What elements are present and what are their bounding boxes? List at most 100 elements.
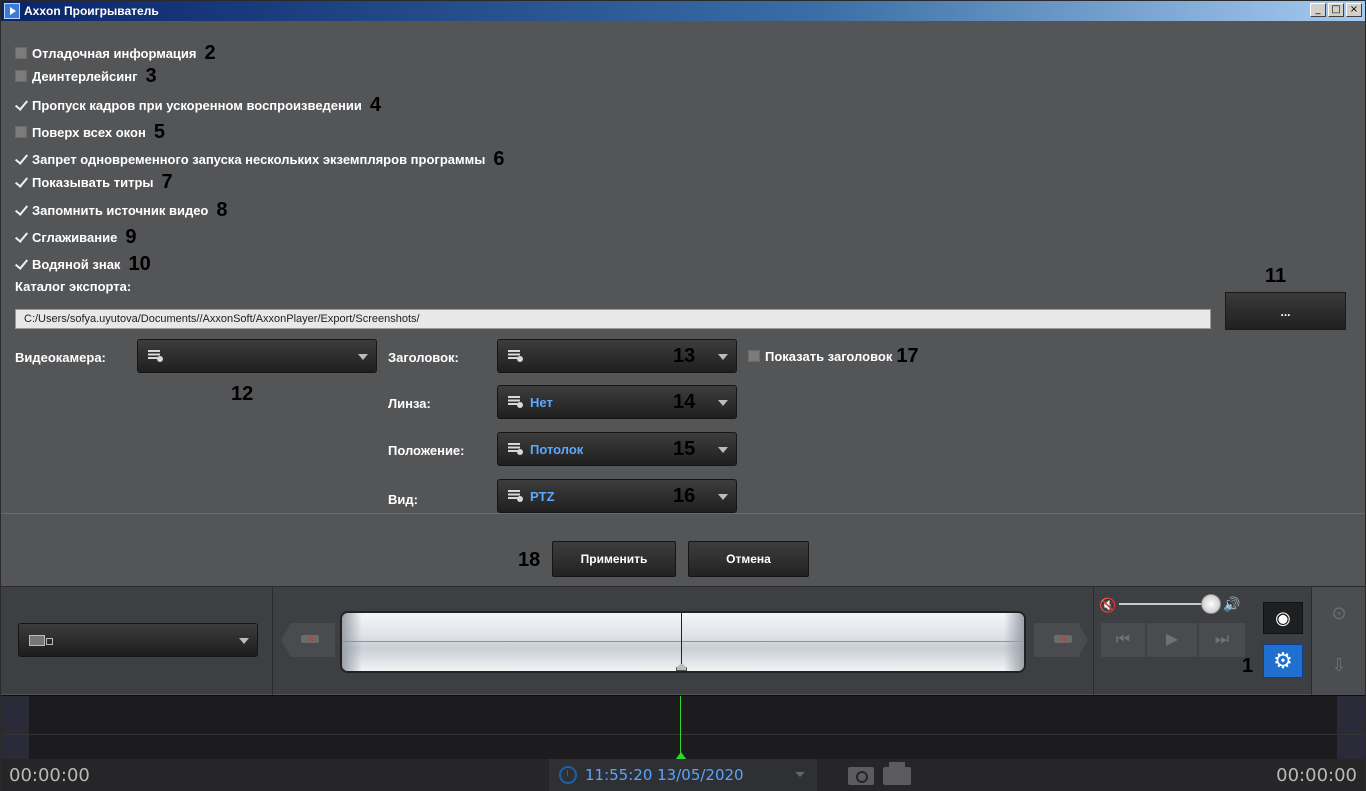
eye-icon[interactable]: ◉	[1263, 602, 1303, 634]
export-dir-label: Каталог экспорта:	[15, 279, 132, 294]
chevron-down-icon	[795, 772, 805, 777]
divider	[1, 513, 1365, 514]
checkbox[interactable]	[15, 70, 27, 82]
callout-number: 18	[518, 549, 541, 571]
callout-number: 14	[673, 391, 696, 413]
title-bar: Axxon Проигрыватель _ □ ×	[1, 1, 1365, 21]
chevron-down-icon	[239, 638, 249, 644]
single-instance-option[interactable]: Запрет одновременного запуска нескольких…	[15, 148, 504, 170]
chevron-down-icon	[718, 494, 728, 500]
checkbox[interactable]	[15, 258, 27, 270]
apply-button[interactable]: Применить	[552, 541, 676, 577]
list-settings-icon	[508, 349, 524, 363]
view-label: Вид:	[388, 492, 418, 507]
view-select[interactable]: PTZ 16	[497, 479, 737, 513]
checkbox[interactable]	[15, 204, 27, 216]
camera-select[interactable]	[137, 339, 377, 373]
snapshot-icon[interactable]	[848, 767, 874, 785]
watermark-option[interactable]: Водяной знак 10	[15, 253, 151, 275]
app-icon	[4, 3, 20, 19]
deinterlacing-option[interactable]: Деинтерлейсинг 3	[15, 65, 157, 87]
show-captions-option[interactable]: Показывать титры 7	[15, 171, 173, 193]
always-on-top-option[interactable]: Поверх всех окон 5	[15, 121, 165, 143]
scale-left-edge	[1, 696, 29, 760]
camera-icon	[29, 635, 53, 646]
checkbox[interactable]	[15, 176, 27, 188]
side-controls: ⊙ ⇩	[1311, 587, 1365, 695]
play-button[interactable]: ▶	[1147, 623, 1197, 657]
volume-knob[interactable]	[1201, 594, 1221, 614]
export-path-field[interactable]: C:/Users/sofya.uyutova/Documents//AxxonS…	[15, 309, 1211, 329]
maximize-button[interactable]: □	[1328, 3, 1344, 17]
header-select[interactable]: 13	[497, 339, 737, 373]
checkbox[interactable]	[15, 231, 27, 243]
browse-button[interactable]: ...	[1225, 292, 1346, 330]
printer-icon[interactable]	[883, 762, 911, 785]
option-label: Отладочная информация	[32, 45, 197, 61]
checkbox[interactable]	[15, 47, 27, 59]
axxon-player-window: Axxon Проигрыватель _ □ × Отладочная инф…	[0, 0, 1366, 791]
timeline-handle[interactable]	[676, 663, 687, 671]
callout-number: 2	[204, 41, 216, 64]
callout-number: 6	[493, 147, 505, 170]
time-scale[interactable]	[1, 695, 1365, 760]
checkbox[interactable]	[15, 153, 27, 165]
player-controls: 🔇 🔊 ⏮ ▶ ⏭ ◉ 1 ⚙ ⊙ ⇩	[1, 586, 1365, 695]
prev-camera-button[interactable]	[281, 623, 335, 657]
camera-source-select[interactable]	[18, 623, 258, 657]
smoothing-option[interactable]: Сглаживание 9	[15, 226, 136, 248]
list-settings-icon	[508, 395, 524, 409]
datetime-picker[interactable]: 11:55:20 13/05/2020	[549, 759, 817, 791]
callout-number: 16	[673, 485, 696, 507]
frame-skip-option[interactable]: Пропуск кадров при ускоренном воспроизве…	[15, 94, 381, 116]
callout-number: 13	[673, 345, 696, 367]
skip-forward-button[interactable]: ⏭	[1199, 623, 1245, 657]
callout-number: 5	[153, 120, 165, 143]
checkbox[interactable]	[15, 99, 27, 111]
callout-number: 4	[369, 93, 381, 116]
remember-source-option[interactable]: Запомнить источник видео 8	[15, 199, 228, 221]
option-label: Водяной знак	[32, 256, 121, 272]
time-start: 00:00:00	[9, 765, 90, 786]
window-controls: _ □ ×	[1310, 3, 1362, 17]
timeline-cursor	[681, 613, 682, 671]
list-settings-icon	[148, 349, 164, 363]
camera-label: Видеокамера:	[15, 350, 106, 365]
option-label: Поверх всех окон	[32, 124, 146, 140]
cancel-button[interactable]: Отмена	[688, 541, 809, 577]
show-header-option[interactable]: Показать заголовок 17	[748, 345, 919, 367]
datetime-value: 11:55:20 13/05/2020	[585, 766, 744, 784]
checkbox[interactable]	[15, 126, 27, 138]
gear-icon[interactable]: ⚙	[1263, 644, 1303, 678]
chevron-down-icon	[718, 400, 728, 406]
scale-line	[1, 734, 1365, 735]
callout-number: 3	[145, 64, 157, 87]
scale-right-edge	[1337, 696, 1365, 760]
option-label: Запрет одновременного запуска нескольких…	[32, 151, 486, 167]
close-button[interactable]: ×	[1346, 3, 1362, 17]
callout-number: 1	[1242, 655, 1254, 677]
skip-back-button[interactable]: ⏮	[1101, 623, 1145, 657]
mute-icon[interactable]: 🔇	[1099, 597, 1116, 614]
minimize-button[interactable]: _	[1310, 3, 1326, 17]
callout-number: 9	[125, 225, 137, 248]
window-title: Axxon Проигрыватель	[24, 4, 159, 18]
volume-track[interactable]	[1119, 603, 1209, 605]
header-label: Заголовок:	[388, 350, 459, 365]
lens-select[interactable]: Нет 14	[497, 385, 737, 419]
play-circle-icon[interactable]: ⊙	[1327, 601, 1351, 625]
debug-info-option[interactable]: Отладочная информация 2	[15, 42, 216, 64]
list-settings-icon	[508, 489, 524, 503]
settings-panel: Отладочная информация 2 Деинтерлейсинг 3…	[1, 21, 1365, 533]
option-label: Показывать титры	[32, 174, 154, 190]
timeline-slider[interactable]	[340, 611, 1026, 673]
checkbox[interactable]	[748, 350, 760, 362]
callout-number: 12	[231, 383, 254, 405]
position-select[interactable]: Потолок 15	[497, 432, 737, 466]
position-label: Положение:	[388, 443, 465, 458]
speaker-icon[interactable]: 🔊	[1223, 596, 1240, 613]
callout-number: 15	[673, 438, 696, 460]
next-camera-button[interactable]	[1034, 623, 1088, 657]
clock-icon	[559, 766, 577, 784]
export-icon[interactable]: ⇩	[1327, 653, 1351, 677]
